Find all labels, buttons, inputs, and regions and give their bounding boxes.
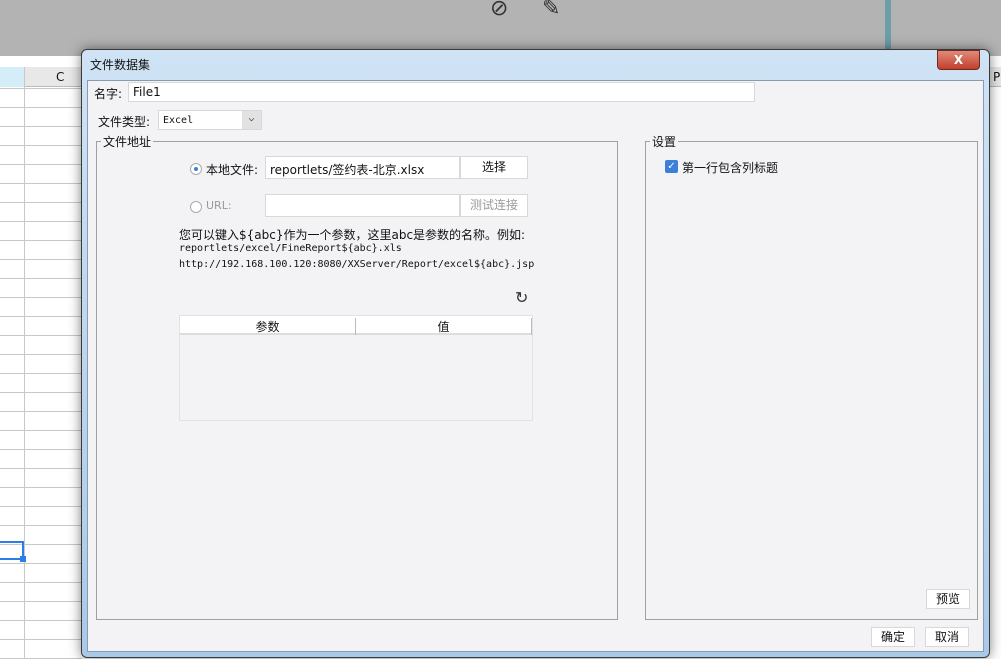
ok-button[interactable]: 确定 — [871, 627, 915, 647]
url-radio[interactable] — [190, 201, 202, 213]
grid-line — [0, 107, 82, 108]
first-row-header-checkbox[interactable]: ✓ — [665, 160, 678, 173]
file-type-select[interactable]: Excel ⌵ — [158, 110, 262, 130]
grid-line — [0, 601, 82, 602]
grid-line — [0, 240, 82, 241]
local-file-radio[interactable] — [190, 163, 202, 175]
grid-line — [0, 430, 82, 431]
grid-line — [0, 88, 82, 89]
local-file-input[interactable]: reportlets/签约表-北京.xlsx — [265, 156, 460, 179]
scroll-divider — [885, 0, 891, 50]
preview-button[interactable]: 预览 — [926, 589, 970, 609]
grid-line — [0, 164, 82, 165]
grid-line — [0, 297, 82, 298]
hint-text: 您可以键入${abc}作为一个参数，这里abc是参数的名称。例如: — [179, 228, 526, 242]
dialog-body: 名字: File1 文件类型: Excel ⌵ 文件地址 本地文件: repor… — [87, 80, 984, 652]
grid-line — [0, 259, 82, 260]
file-address-group: 文件地址 本地文件: reportlets/签约表-北京.xlsx 选择 URL… — [96, 133, 618, 620]
cancel-button[interactable]: 取消 — [925, 627, 969, 647]
parameter-table: 参数 值 — [179, 315, 533, 421]
grid-line — [24, 67, 25, 659]
local-file-label: 本地文件: — [206, 163, 259, 177]
grid-line — [0, 354, 82, 355]
first-row-header-label: 第一行包含列标题 — [682, 161, 779, 175]
table-header: 参数 值 — [180, 316, 532, 335]
grid-line — [0, 620, 82, 621]
chevron-down-icon[interactable]: ⌵ — [242, 111, 261, 129]
grid-line — [0, 202, 82, 203]
grid-line — [0, 335, 82, 336]
settings-group: 设置 ✓ 第一行包含列标题 预览 — [645, 133, 978, 620]
file-type-label: 文件类型: — [98, 115, 151, 129]
grid-line — [0, 563, 82, 564]
name-label: 名字: — [94, 87, 123, 101]
settings-legend: 设置 — [650, 133, 679, 150]
file-address-legend: 文件地址 — [101, 133, 154, 150]
hint-example-2: http://192.168.100.120:8080/XXServer/Rep… — [179, 259, 535, 270]
grid-line — [0, 468, 82, 469]
eye-slash-icon[interactable]: ⊘ — [490, 0, 508, 21]
close-button[interactable]: X — [937, 50, 980, 70]
grid-line — [0, 316, 82, 317]
grid-line — [0, 487, 82, 488]
url-label: URL: — [206, 199, 232, 212]
column-header-value[interactable]: 值 — [356, 318, 532, 335]
grid-line — [0, 373, 82, 374]
hint-example-1: reportlets/excel/FineReport${abc}.xls — [179, 243, 402, 254]
choose-button[interactable]: 选择 — [460, 156, 528, 179]
file-dataset-dialog: 文件数据集 X 名字: File1 文件类型: Excel ⌵ 文件地址 本地文… — [81, 49, 990, 658]
grid-line — [0, 525, 82, 526]
grid-line — [0, 183, 82, 184]
grid-line — [0, 145, 82, 146]
dialog-title: 文件数据集 — [90, 58, 151, 72]
grid-line — [0, 278, 82, 279]
column-header-param[interactable]: 参数 — [180, 318, 356, 335]
selected-cell[interactable] — [0, 541, 26, 562]
file-type-value: Excel — [163, 115, 194, 126]
url-input[interactable] — [265, 194, 460, 217]
test-connection-button[interactable]: 测试连接 — [460, 194, 528, 217]
grid-line — [0, 449, 82, 450]
column-p-header[interactable]: P — [993, 70, 1000, 84]
grid-line — [0, 639, 82, 640]
grid-line — [0, 411, 82, 412]
refresh-icon[interactable]: ↻ — [515, 288, 528, 307]
grid-line — [0, 506, 82, 507]
grid-line — [0, 126, 82, 127]
grid-line — [0, 392, 82, 393]
grid-line — [0, 221, 82, 222]
pencil-icon[interactable]: ✎ — [542, 0, 560, 21]
grid-line — [0, 582, 82, 583]
name-input[interactable]: File1 — [128, 82, 755, 102]
top-toolbar: ⊘ ✎ — [0, 0, 1001, 56]
column-c-header[interactable]: C — [56, 70, 64, 84]
